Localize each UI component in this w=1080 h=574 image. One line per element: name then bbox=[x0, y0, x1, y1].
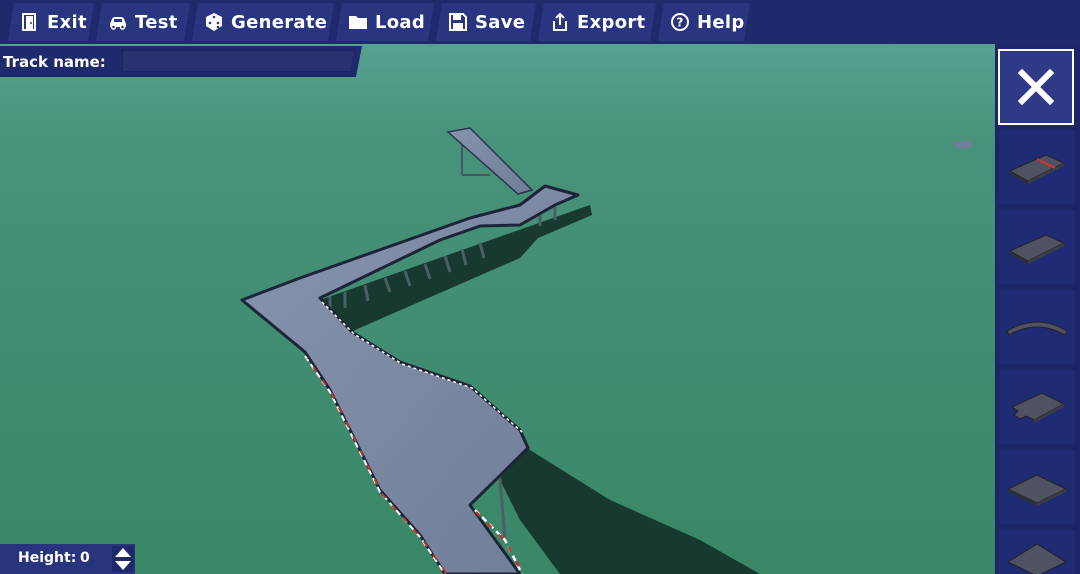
ramp-piece-icon bbox=[1006, 543, 1068, 574]
save-button[interactable]: Save bbox=[436, 3, 536, 41]
curve-piece-icon bbox=[1006, 321, 1068, 336]
generate-label: Generate bbox=[231, 11, 328, 33]
car-icon bbox=[108, 12, 128, 32]
piece-palette bbox=[995, 44, 1080, 574]
export-button[interactable]: Export bbox=[538, 3, 656, 41]
load-button[interactable]: Load bbox=[336, 3, 434, 41]
exit-label: Exit bbox=[47, 11, 87, 33]
test-button[interactable]: Test bbox=[96, 3, 190, 41]
height-control: Height: 0 bbox=[0, 544, 135, 574]
start-finish-piece-icon bbox=[1008, 154, 1066, 184]
palette-piece-flat-tile[interactable] bbox=[999, 450, 1075, 524]
help-label: Help bbox=[697, 11, 745, 33]
dice-icon bbox=[204, 12, 224, 32]
export-label: Export bbox=[577, 11, 646, 33]
close-x-icon bbox=[1017, 68, 1055, 106]
door-exit-icon bbox=[20, 12, 40, 32]
exit-button[interactable]: Exit bbox=[8, 3, 94, 41]
test-label: Test bbox=[135, 11, 178, 33]
close-palette-button[interactable] bbox=[998, 49, 1074, 125]
floppy-disk-icon bbox=[448, 12, 468, 32]
folder-icon bbox=[348, 12, 368, 32]
palette-piece-corner[interactable] bbox=[999, 370, 1075, 444]
help-circle-icon: ? bbox=[670, 12, 690, 32]
height-stepper[interactable] bbox=[112, 546, 134, 572]
height-value: 0 bbox=[80, 550, 90, 566]
flat-tile-piece-icon bbox=[1006, 474, 1068, 506]
track-name-bar: Track name: bbox=[0, 46, 362, 77]
palette-piece-straight[interactable] bbox=[999, 210, 1075, 284]
svg-text:?: ? bbox=[676, 16, 683, 30]
corner-piece-icon bbox=[1010, 392, 1066, 423]
load-label: Load bbox=[375, 11, 426, 33]
editor-viewport[interactable] bbox=[0, 0, 1080, 574]
track-name-label: Track name: bbox=[3, 52, 106, 71]
palette-piece-start-finish[interactable] bbox=[999, 130, 1075, 204]
save-label: Save bbox=[475, 11, 526, 33]
palette-piece-ramp[interactable] bbox=[999, 530, 1075, 574]
track-name-input[interactable] bbox=[122, 50, 354, 72]
straight-piece-icon bbox=[1008, 234, 1066, 264]
palette-piece-curve[interactable] bbox=[999, 290, 1075, 364]
top-toolbar: Exit Test Generate Load Save Export ? He… bbox=[0, 0, 1080, 44]
help-button[interactable]: ? Help bbox=[658, 3, 750, 41]
share-export-icon bbox=[550, 12, 570, 32]
generate-button[interactable]: Generate bbox=[192, 3, 334, 41]
height-label: Height: bbox=[18, 550, 77, 566]
